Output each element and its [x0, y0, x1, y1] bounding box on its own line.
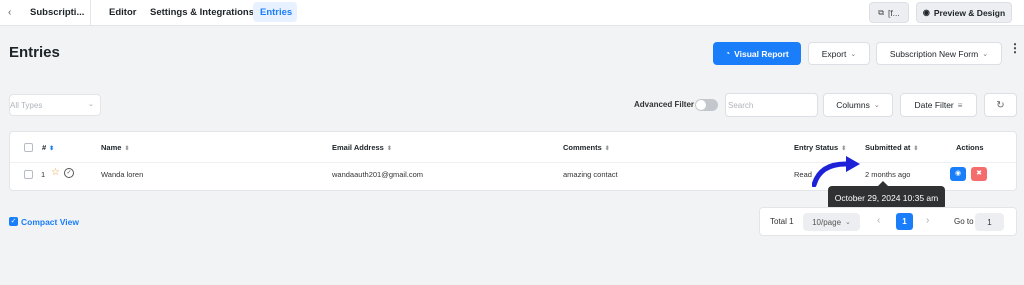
form-select-button[interactable]: Subscription New Form ⌄	[876, 42, 1002, 65]
row-status: Read	[794, 170, 812, 179]
column-header-id[interactable]: # ⬍	[42, 143, 54, 152]
chevron-down-icon: ⌄	[850, 50, 857, 58]
trash-icon: ✖	[976, 170, 982, 177]
page-title: Entries	[9, 44, 60, 61]
columns-button[interactable]: Columns ⌄	[823, 93, 893, 117]
form-select-label: Subscription New Form	[889, 48, 979, 59]
page-size-select[interactable]: 10/page ⌄	[803, 213, 860, 231]
pagination-bar: Total 1 10/page ⌄ ‹ 1 › Go to 1	[759, 207, 1017, 236]
toggle-knob	[696, 100, 706, 110]
date-filter-button[interactable]: Date Filter ≡	[900, 93, 977, 117]
column-header-name[interactable]: Name ⬍	[101, 143, 129, 152]
shortcode-button[interactable]: ⧉ [f...	[869, 2, 909, 23]
check-circle-icon[interactable]: ✓	[64, 168, 74, 178]
refresh-button[interactable]: ↻	[984, 93, 1017, 117]
row-id: 1	[41, 170, 46, 179]
row-checkbox[interactable]	[24, 170, 33, 179]
refresh-icon: ↻	[996, 99, 1005, 111]
columns-label: Columns	[836, 100, 870, 110]
column-header-comments[interactable]: Comments ⬍	[563, 143, 610, 152]
export-label: Export	[821, 48, 847, 59]
prev-page-icon[interactable]: ‹	[877, 215, 880, 226]
more-vertical-icon[interactable]: ⋮	[1009, 42, 1021, 54]
page-size-label: 10/page	[812, 217, 842, 227]
sort-icon: ⬍	[604, 146, 610, 152]
divider	[90, 0, 91, 26]
chevron-down-icon: ⌄	[88, 101, 94, 108]
row-comments: amazing contact	[563, 170, 618, 179]
column-header-email[interactable]: Email Address ⬍	[332, 143, 392, 152]
preview-design-button[interactable]: ◉ Preview & Design	[916, 2, 1012, 23]
preview-design-label: Preview & Design	[933, 7, 1006, 18]
page-button-current[interactable]: 1	[896, 213, 913, 230]
types-placeholder: All Types	[10, 101, 43, 110]
visual-report-button[interactable]: ◔ Visual Report	[713, 42, 801, 65]
view-entry-button[interactable]: ◉	[950, 167, 966, 181]
total-count: Total 1	[770, 217, 794, 226]
top-bar: ‹ Subscripti... Editor Settings & Integr…	[0, 0, 1024, 26]
sort-icon: ⬍	[841, 146, 847, 152]
eye-icon: ◉	[922, 8, 930, 17]
sort-icon: ⬍	[124, 146, 130, 152]
copy-icon: ⧉	[878, 7, 884, 17]
compact-view-label[interactable]: Compact View	[21, 217, 79, 227]
search-placeholder: Search	[728, 101, 754, 110]
sort-icon: ⬍	[386, 146, 392, 152]
compact-view-checkbox[interactable]: ✓	[9, 217, 18, 226]
next-page-icon[interactable]: ›	[926, 215, 929, 226]
chart-pie-icon: ◔	[725, 49, 731, 58]
export-button[interactable]: Export ⌄	[808, 42, 870, 65]
advanced-filter-label: Advanced Filter	[634, 100, 695, 109]
row-submitted[interactable]: 2 months ago	[865, 170, 910, 179]
tab-entries-label: Entries	[260, 7, 293, 18]
delete-entry-button[interactable]: ✖	[971, 167, 987, 181]
goto-label: Go to	[954, 217, 974, 226]
advanced-filter-toggle[interactable]	[695, 99, 718, 111]
sort-icon: ⬍	[49, 146, 55, 152]
visual-report-label: Visual Report	[734, 48, 789, 59]
tab-entries[interactable]: Entries	[253, 2, 297, 22]
chevron-left-icon[interactable]: ‹	[8, 7, 11, 18]
annotation-arrow-icon	[812, 156, 860, 187]
chevron-down-icon: ⌄	[982, 50, 989, 58]
entries-table: # ⬍ Name ⬍ Email Address ⬍ Comments ⬍ Entry …	[9, 131, 1017, 191]
filter-icon: ≡	[957, 100, 963, 110]
row-divider	[10, 162, 1016, 163]
tab-settings-integrations[interactable]: Settings & Integrations	[150, 7, 254, 18]
chevron-down-icon: ⌄	[845, 219, 851, 226]
star-icon[interactable]: ☆	[51, 167, 60, 178]
goto-input[interactable]: 1	[975, 213, 1004, 231]
tooltip-text: October 29, 2024 10:35 am	[834, 193, 939, 203]
select-all-checkbox[interactable]	[24, 143, 33, 152]
tab-editor[interactable]: Editor	[109, 7, 136, 18]
chevron-down-icon: ⌄	[873, 102, 880, 109]
search-input[interactable]: Search	[725, 93, 818, 117]
row-name[interactable]: Wanda loren	[101, 170, 143, 179]
form-title[interactable]: Subscripti...	[30, 7, 84, 18]
types-select[interactable]: All Types ⌄	[9, 94, 101, 116]
column-header-actions: Actions	[956, 143, 984, 152]
column-header-submitted[interactable]: Submitted at ⬍	[865, 143, 918, 152]
column-header-status[interactable]: Entry Status ⬍	[794, 143, 846, 152]
sort-icon: ⬍	[913, 146, 919, 152]
eye-icon: ◉	[954, 170, 962, 177]
row-email: wandaauth201@gmail.com	[332, 170, 423, 179]
date-filter-label: Date Filter	[914, 100, 954, 110]
shortcode-label: [f...	[887, 7, 900, 18]
